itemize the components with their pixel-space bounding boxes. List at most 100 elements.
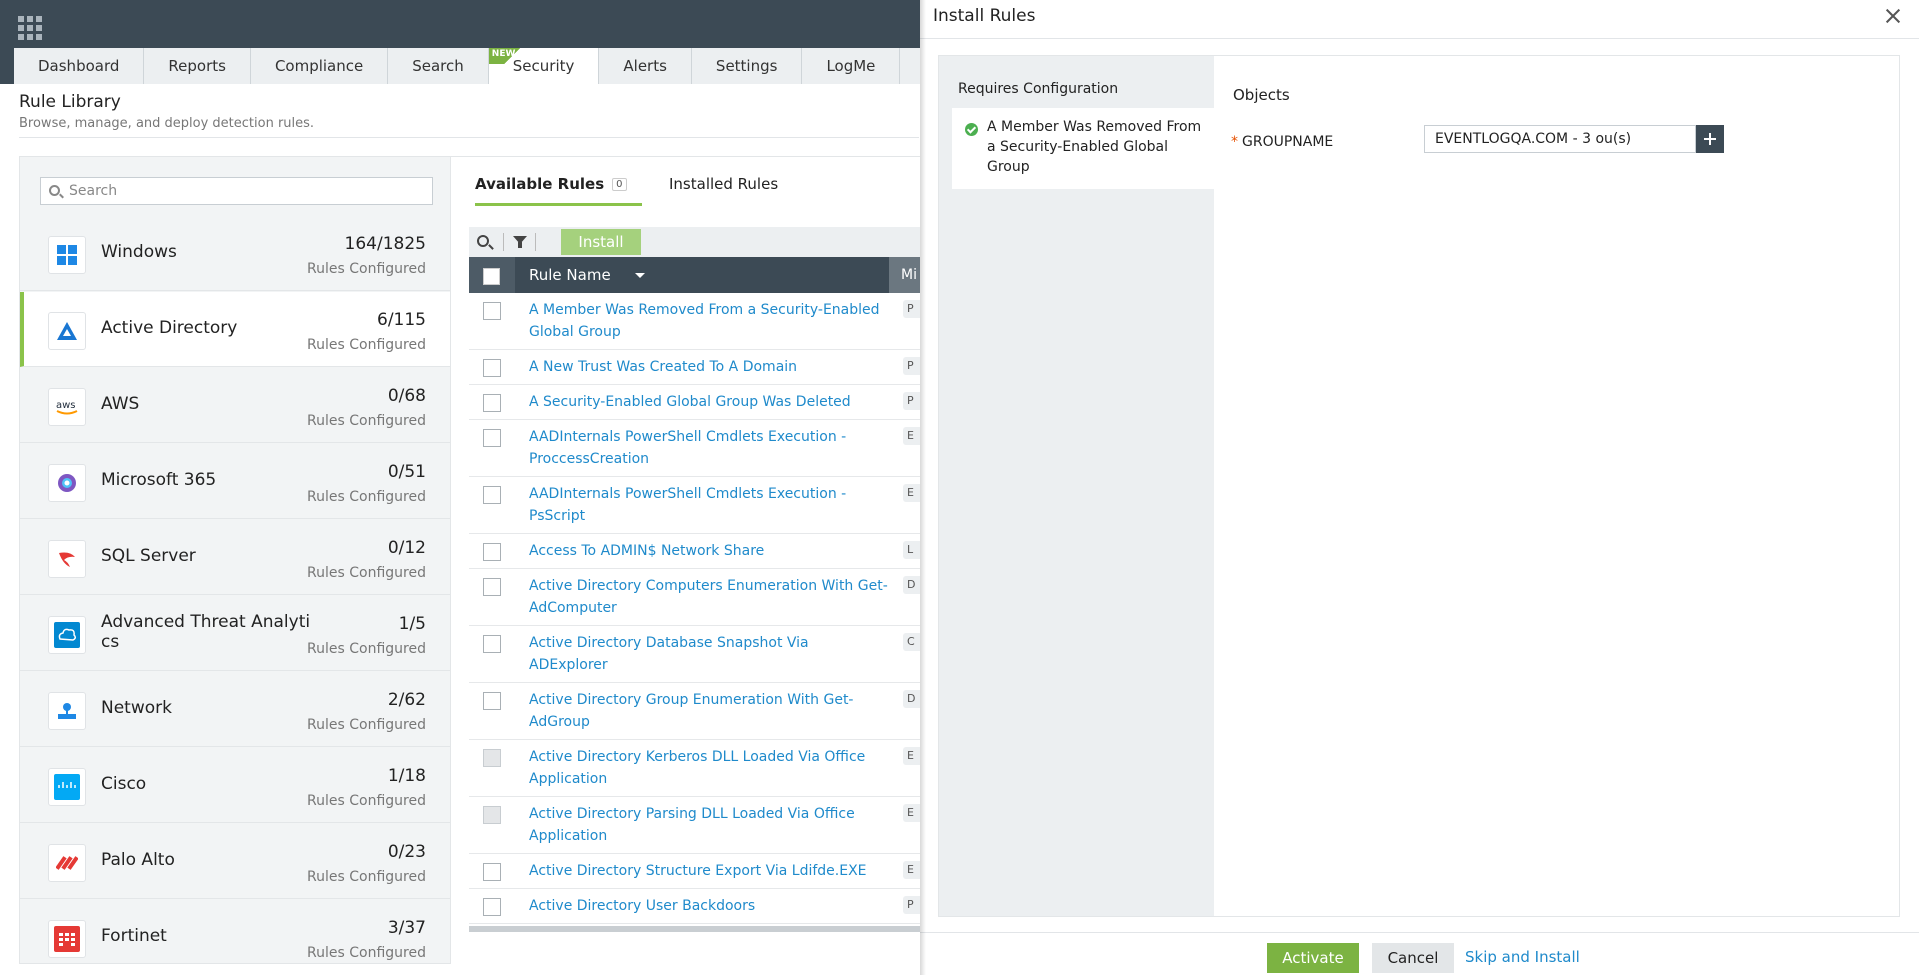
close-icon[interactable]	[1885, 8, 1901, 24]
table-row: AADInternals PowerShell Cmdlets Executio…	[469, 420, 929, 477]
horizontal-scrollbar[interactable]	[469, 926, 929, 932]
dialog-shadow	[920, 0, 926, 975]
rule-link[interactable]: A Member Was Removed From a Security-Ena…	[469, 293, 929, 349]
row-checkbox[interactable]	[483, 486, 501, 504]
category-count-label: Rules Configured	[307, 717, 426, 733]
tab-reports[interactable]: Reports	[144, 48, 251, 84]
tab-search[interactable]: Search	[388, 48, 489, 84]
row-checkbox[interactable]	[483, 543, 501, 561]
page-subtitle: Browse, manage, and deploy detection rul…	[19, 116, 315, 131]
row-checkbox[interactable]	[483, 635, 501, 653]
tab-settings[interactable]: Settings	[691, 48, 803, 84]
rule-link[interactable]: Active Directory User Backdoors	[469, 889, 929, 923]
tab-security[interactable]: NEW Security	[488, 48, 600, 84]
rule-link[interactable]: Access To ADMIN$ Network Share	[469, 534, 929, 568]
rule-link[interactable]: Active Directory Kerberos DLL Loaded Via…	[469, 740, 929, 796]
cancel-button[interactable]: Cancel	[1372, 943, 1454, 973]
toolbar-separator	[503, 233, 504, 251]
category-search[interactable]	[40, 177, 433, 205]
requires-config-item-label: A Member Was Removed From a Security-Ena…	[987, 119, 1202, 175]
category-sql-server[interactable]: SQL Server 0/12 Rules Configured	[20, 520, 450, 595]
check-circle-icon	[965, 123, 978, 136]
category-active-directory[interactable]: Active Directory 6/115 Rules Configured	[20, 292, 450, 367]
groupname-field[interactable]	[1424, 125, 1696, 153]
rule-link[interactable]: Active Directory Parsing DLL Loaded Via …	[469, 797, 929, 853]
category-palo-alto[interactable]: Palo Alto 0/23 Rules Configured	[20, 824, 450, 899]
category-count-label: Rules Configured	[307, 869, 426, 885]
rule-link[interactable]: Active Directory Structure Export Via Ld…	[469, 854, 929, 888]
tab-dashboard[interactable]: Dashboard	[14, 48, 145, 84]
rule-link[interactable]: A Security-Enabled Global Group Was Dele…	[469, 385, 929, 419]
row-checkbox[interactable]	[483, 863, 501, 881]
tab-installed-rules[interactable]: Installed Rules	[669, 175, 778, 193]
category-count: 0/51	[387, 462, 426, 482]
tab-compliance[interactable]: Compliance	[250, 48, 389, 84]
install-button[interactable]: Install	[561, 229, 641, 255]
rule-link[interactable]: Active Directory Computers Enumeration W…	[469, 569, 929, 625]
tab-alerts[interactable]: Alerts	[599, 48, 692, 84]
page-title: Rule Library	[19, 92, 121, 112]
add-object-button[interactable]	[1696, 125, 1724, 153]
rules-panel: Available Rules 0 Installed Rules Install…	[451, 156, 929, 964]
row-checkbox[interactable]	[483, 302, 501, 320]
category-network[interactable]: Network 2/62 Rules Configured	[20, 672, 450, 747]
windows-icon	[48, 236, 86, 274]
category-name: Palo Alto	[101, 850, 175, 870]
category-name: AWS	[101, 394, 140, 414]
sort-desc-icon[interactable]	[635, 273, 645, 278]
category-search-input[interactable]	[69, 180, 419, 202]
category-cisco[interactable]: Cisco 1/18 Rules Configured	[20, 748, 450, 823]
category-count: 1/5	[398, 614, 426, 634]
threat-analytics-icon	[48, 616, 86, 654]
category-fortinet[interactable]: Fortinet 3/37 Rules Configured	[20, 900, 450, 963]
category-microsoft-365[interactable]: Microsoft 365 0/51 Rules Configured	[20, 444, 450, 519]
row-checkbox[interactable]	[483, 429, 501, 447]
category-count-label: Rules Configured	[307, 261, 426, 277]
table-row: A New Trust Was Created To A Domain P	[469, 350, 929, 385]
table-row: Active Directory Group Enumeration With …	[469, 683, 929, 740]
svg-text:aws: aws	[56, 400, 76, 411]
column-rule-name[interactable]: Rule Name	[529, 266, 611, 284]
row-checkbox[interactable]	[483, 692, 501, 710]
rules-toolbar: Install	[469, 227, 929, 257]
divider	[920, 38, 1919, 39]
search-rules-icon[interactable]	[477, 235, 489, 247]
category-aws[interactable]: aws AWS 0/68 Rules Configured	[20, 368, 450, 443]
rule-link[interactable]: Active Directory Database Snapshot Via A…	[469, 626, 929, 682]
row-checkbox[interactable]	[483, 578, 501, 596]
tab-logme[interactable]: LogMe	[802, 48, 901, 84]
table-row: Active Directory Structure Export Via Ld…	[469, 854, 929, 889]
category-count: 0/68	[387, 386, 426, 406]
table-row: Active Directory Database Snapshot Via A…	[469, 626, 929, 683]
search-icon	[49, 185, 60, 196]
rule-link[interactable]: AADInternals PowerShell Cmdlets Executio…	[469, 420, 929, 476]
app-grid-icon[interactable]	[18, 16, 42, 40]
network-icon	[48, 692, 86, 730]
category-name: Active Directory	[101, 318, 238, 338]
rule-link[interactable]: AADInternals PowerShell Cmdlets Executio…	[469, 477, 929, 533]
objects-section: Objects	[1233, 86, 1290, 104]
row-checkbox[interactable]	[483, 359, 501, 377]
groupname-label: * GROUPNAME	[1231, 134, 1333, 150]
table-row: A Member Was Removed From a Security-Ena…	[469, 293, 929, 350]
filter-icon[interactable]	[513, 236, 527, 248]
category-count-label: Rules Configured	[307, 945, 426, 961]
category-advanced-threat-analytics[interactable]: Advanced Threat Analyti cs 1/5 Rules Con…	[20, 596, 450, 671]
category-count: 6/115	[377, 310, 426, 330]
palo-alto-icon	[48, 844, 86, 882]
row-checkbox[interactable]	[483, 898, 501, 916]
rule-link[interactable]: A New Trust Was Created To A Domain	[469, 350, 929, 384]
table-row: A Security-Enabled Global Group Was Dele…	[469, 385, 929, 420]
skip-and-install-link[interactable]: Skip and Install	[1465, 948, 1580, 966]
rule-link[interactable]: Active Directory Group Enumeration With …	[469, 683, 929, 739]
requires-config-item[interactable]: A Member Was Removed From a Security-Ena…	[952, 108, 1214, 189]
groupname-input[interactable]	[1425, 126, 1695, 152]
category-windows[interactable]: Windows 164/1825 Rules Configured	[20, 216, 450, 291]
select-all-checkbox[interactable]	[483, 268, 500, 285]
category-count: 0/23	[387, 842, 426, 862]
category-count: 0/12	[387, 538, 426, 558]
tab-available-rules[interactable]: Available Rules 0	[475, 175, 627, 193]
row-checkbox[interactable]	[483, 394, 501, 412]
rules-table-body: A Member Was Removed From a Security-Ena…	[469, 293, 929, 924]
activate-button[interactable]: Activate	[1267, 943, 1359, 973]
